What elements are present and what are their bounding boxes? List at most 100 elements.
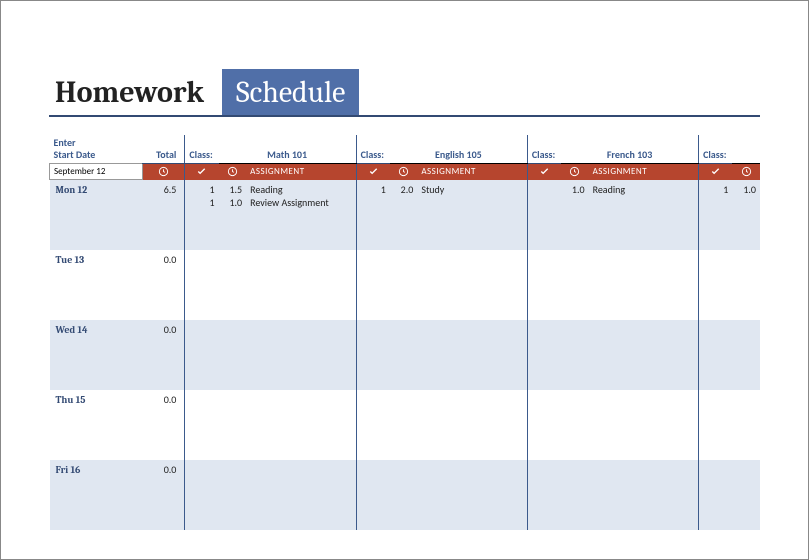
- schedule-sheet: Enter Start Date Total Class: Math 101 C…: [49, 135, 760, 529]
- day-label: Tue 13: [50, 250, 143, 320]
- hours-cell[interactable]: [390, 460, 417, 530]
- schedule-table: Enter Start Date Total Class: Math 101 C…: [49, 135, 760, 530]
- assignment-header-3: ASSIGNMENT: [589, 164, 699, 180]
- hours-cell[interactable]: [561, 390, 588, 460]
- day-row: Thu 150.0: [50, 390, 761, 460]
- check-cell[interactable]: [527, 320, 561, 390]
- header-row: Enter Start Date Total Class: Math 101 C…: [50, 135, 761, 164]
- hours-cell[interactable]: [219, 320, 246, 390]
- enter-start-date-label: Enter Start Date: [50, 135, 143, 164]
- assignment-cell[interactable]: [246, 250, 356, 320]
- check-cell[interactable]: [527, 250, 561, 320]
- check-icon: [185, 164, 219, 180]
- assignment-cell[interactable]: [246, 390, 356, 460]
- hours-cell[interactable]: [390, 390, 417, 460]
- check-cell[interactable]: 1: [699, 180, 733, 250]
- assignment-cell[interactable]: [589, 320, 699, 390]
- check-cell[interactable]: [699, 390, 733, 460]
- check-icon: [699, 164, 733, 180]
- check-cell[interactable]: 1: [356, 180, 390, 250]
- assignment-cell[interactable]: ReadingReview Assignment: [246, 180, 356, 250]
- clock-icon: [219, 164, 246, 180]
- class-label-3: Class:: [527, 135, 561, 164]
- assignment-cell[interactable]: [417, 250, 527, 320]
- hours-cell[interactable]: 1.0: [732, 180, 760, 250]
- check-cell[interactable]: [527, 460, 561, 530]
- hours-cell[interactable]: [561, 250, 588, 320]
- day-row: Fri 160.0: [50, 460, 761, 530]
- assignment-header-2: ASSIGNMENT: [417, 164, 527, 180]
- check-cell[interactable]: [527, 390, 561, 460]
- class-name-2[interactable]: English 105: [390, 135, 527, 164]
- hours-cell[interactable]: [732, 390, 760, 460]
- hours-cell[interactable]: 1.51.0: [219, 180, 246, 250]
- class-name-3[interactable]: French 103: [561, 135, 698, 164]
- day-total: 0.0: [143, 390, 185, 460]
- check-cell[interactable]: [185, 390, 219, 460]
- day-row: Tue 130.0: [50, 250, 761, 320]
- day-total: 6.5: [143, 180, 185, 250]
- total-label: Total: [143, 135, 185, 164]
- hours-cell[interactable]: [732, 250, 760, 320]
- day-total: 0.0: [143, 460, 185, 530]
- class-label-4: Class:: [699, 135, 733, 164]
- day-label: Fri 16: [50, 460, 143, 530]
- hours-cell[interactable]: [732, 460, 760, 530]
- assignment-cell[interactable]: [246, 460, 356, 530]
- hours-cell[interactable]: [561, 460, 588, 530]
- title-block: Homework Schedule: [49, 69, 760, 117]
- hours-cell[interactable]: 1.0: [561, 180, 588, 250]
- assignment-header-1: ASSIGNMENT: [246, 164, 356, 180]
- assignment-cell[interactable]: [417, 320, 527, 390]
- class-label-2: Class:: [356, 135, 390, 164]
- title-right: Schedule: [222, 69, 359, 115]
- class-label-1: Class:: [185, 135, 219, 164]
- column-header-row: September 12 ASSIGNMENT ASSIGNMENT ASSIG…: [50, 164, 761, 180]
- hours-cell[interactable]: [219, 250, 246, 320]
- assignment-cell[interactable]: Reading: [589, 180, 699, 250]
- hours-cell[interactable]: [390, 320, 417, 390]
- check-cell[interactable]: [699, 320, 733, 390]
- check-cell[interactable]: [356, 460, 390, 530]
- day-total: 0.0: [143, 250, 185, 320]
- day-total: 0.0: [143, 320, 185, 390]
- day-row: Mon 126.5111.51.0ReadingReview Assignmen…: [50, 180, 761, 250]
- check-icon: [356, 164, 390, 180]
- hours-cell[interactable]: 2.0: [390, 180, 417, 250]
- check-icon: [527, 164, 561, 180]
- hours-cell[interactable]: [561, 320, 588, 390]
- hours-cell[interactable]: [390, 250, 417, 320]
- clock-icon: [390, 164, 417, 180]
- check-cell[interactable]: [185, 250, 219, 320]
- class-name-4[interactable]: [732, 135, 760, 164]
- assignment-cell[interactable]: [589, 390, 699, 460]
- total-clock-icon: [143, 164, 185, 180]
- hours-cell[interactable]: [219, 460, 246, 530]
- day-label: Mon 12: [50, 180, 143, 250]
- check-cell[interactable]: [356, 320, 390, 390]
- check-cell[interactable]: [356, 390, 390, 460]
- check-cell[interactable]: [699, 250, 733, 320]
- assignment-cell[interactable]: Study: [417, 180, 527, 250]
- assignment-cell[interactable]: [589, 460, 699, 530]
- check-cell[interactable]: [185, 460, 219, 530]
- hours-cell[interactable]: [219, 390, 246, 460]
- class-name-1[interactable]: Math 101: [219, 135, 356, 164]
- clock-icon: [561, 164, 588, 180]
- hours-cell[interactable]: [732, 320, 760, 390]
- assignment-cell[interactable]: [589, 250, 699, 320]
- day-label: Thu 15: [50, 390, 143, 460]
- title-left: Homework: [49, 69, 222, 115]
- clock-icon: [732, 164, 760, 180]
- assignment-cell[interactable]: [417, 460, 527, 530]
- check-cell[interactable]: [699, 460, 733, 530]
- day-label: Wed 14: [50, 320, 143, 390]
- check-cell[interactable]: [356, 250, 390, 320]
- assignment-cell[interactable]: [417, 390, 527, 460]
- assignment-cell[interactable]: [246, 320, 356, 390]
- check-cell[interactable]: [527, 180, 561, 250]
- check-cell[interactable]: 11: [185, 180, 219, 250]
- check-cell[interactable]: [185, 320, 219, 390]
- day-row: Wed 140.0: [50, 320, 761, 390]
- start-date-input[interactable]: September 12: [50, 164, 143, 180]
